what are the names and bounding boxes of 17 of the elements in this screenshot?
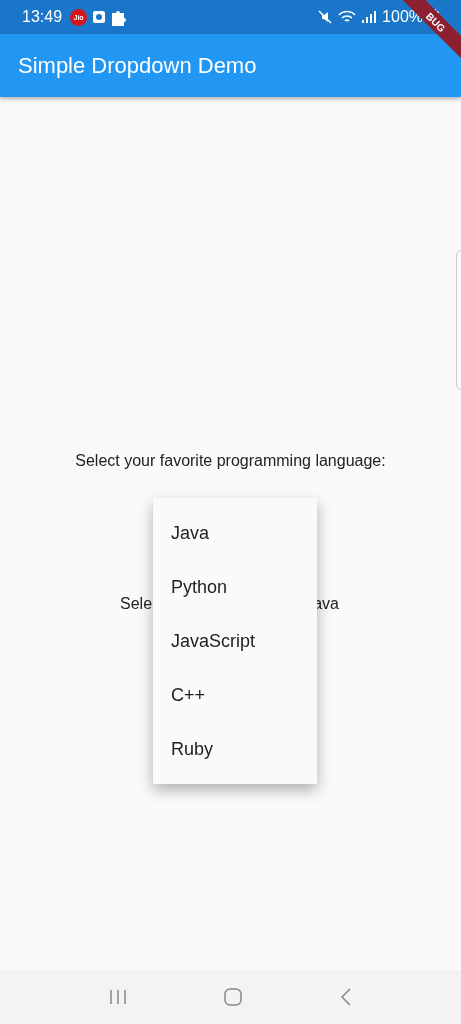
signal-icon <box>362 11 377 23</box>
selected-language-text: Sele <box>120 595 153 613</box>
puzzle-icon <box>111 8 128 26</box>
clock: 13:49 <box>22 8 63 26</box>
menu-item[interactable]: Java <box>153 506 317 560</box>
recent-apps-icon[interactable] <box>108 989 127 1005</box>
menu-item[interactable]: Python <box>153 560 317 614</box>
app-title: Simple Dropdown Demo <box>18 52 257 79</box>
menu-item[interactable]: C++ <box>153 668 317 722</box>
menu-item[interactable]: JavaScript <box>153 614 317 668</box>
home-icon[interactable] <box>224 988 243 1006</box>
prompt-text: Select your favorite programming language: <box>74 452 387 470</box>
wifi-icon <box>338 10 357 24</box>
mute-icon <box>318 10 333 24</box>
notification-icon <box>93 11 106 23</box>
menu-item[interactable]: Ruby <box>153 722 317 776</box>
back-icon[interactable] <box>340 988 353 1006</box>
